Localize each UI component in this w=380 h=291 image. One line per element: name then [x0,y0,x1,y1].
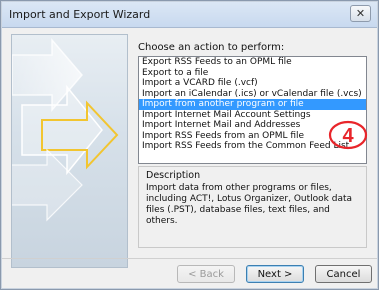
description-group: Description Import data from other progr… [138,166,367,248]
title-bar: Import and Export Wizard ✕ [2,2,377,28]
step-number: 4 [342,125,354,147]
list-item[interactable]: Export to a file [139,68,366,79]
list-item[interactable]: Import a VCARD file (.vcf) [139,78,366,89]
next-button[interactable]: Next > [246,265,304,283]
wizard-window: Import and Export Wizard ✕ Choose an act… [0,0,379,290]
back-button[interactable]: < Back [177,265,235,283]
window-title: Import and Export Wizard [9,8,151,21]
step-number-badge: 4 [328,120,368,150]
list-item-selected[interactable]: Import from another program or file [139,99,366,110]
close-button[interactable]: ✕ [350,5,371,22]
wizard-content: Choose an action to perform: Export RSS … [2,29,377,288]
description-text: Import data from other programs or files… [146,183,353,226]
cancel-button[interactable]: Cancel [315,265,372,283]
list-item[interactable]: Export RSS Feeds to an OPML file [139,57,366,68]
action-prompt-label: Choose an action to perform: [138,42,285,53]
import-export-arrows-icon [12,37,119,222]
description-legend: Description [146,170,201,181]
list-item[interactable]: Import an iCalendar (.ics) or vCalendar … [139,89,366,100]
close-icon: ✕ [355,7,366,20]
button-separator [2,258,377,259]
wizard-illustration [11,34,128,268]
